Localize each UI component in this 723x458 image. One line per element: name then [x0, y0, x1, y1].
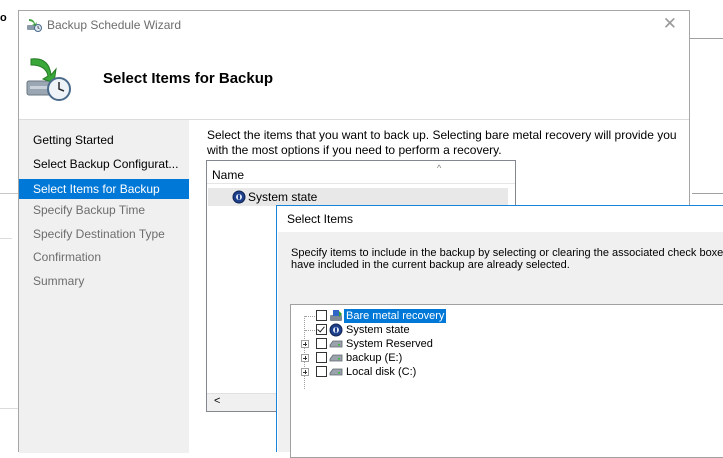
- nav-step-confirmation: Confirmation: [33, 250, 102, 264]
- list-item-label: System state: [248, 190, 318, 204]
- nav-step-summary: Summary: [33, 274, 85, 288]
- backup-schedule-icon: [26, 58, 71, 101]
- drive-icon: [329, 354, 343, 362]
- column-name-header: Name: [212, 168, 245, 182]
- local-disk-c-checkbox[interactable]: [316, 366, 327, 377]
- background-divider: [0, 193, 18, 194]
- list-column-header[interactable]: Name ^: [207, 161, 515, 184]
- instruction-text: Select the items that you want to back u…: [207, 128, 677, 157]
- dialog-instruction-line: Specify items to include in the backup b…: [291, 247, 723, 259]
- nav-step-getting-started[interactable]: Getting Started: [19, 130, 189, 150]
- bare-metal-recovery-icon: [330, 310, 342, 321]
- expand-icon[interactable]: [301, 354, 309, 362]
- dialog-body: Specify items to include in the backup b…: [278, 232, 723, 458]
- tree-item-system-state[interactable]: System state: [291, 323, 721, 337]
- background-divider: [0, 238, 12, 239]
- expand-icon[interactable]: [301, 368, 309, 376]
- system-state-icon: [232, 190, 246, 204]
- system-state-icon: [329, 323, 343, 337]
- close-icon[interactable]: ✕: [663, 15, 677, 33]
- tree-item-bare-metal-recovery[interactable]: Bare metal recovery: [291, 309, 721, 323]
- drive-icon: [329, 368, 343, 376]
- tree-item-label: backup (E:): [346, 352, 403, 364]
- scroll-left-icon[interactable]: <: [214, 395, 220, 407]
- tree-item-label: Local disk (C:): [346, 366, 417, 378]
- background-divider: [690, 38, 723, 39]
- wizard-step-navigation: Getting Started Select Backup Configurat…: [19, 120, 189, 453]
- backup-e-checkbox[interactable]: [316, 352, 327, 363]
- sort-ascending-icon: ^: [437, 163, 442, 173]
- bare-metal-recovery-checkbox[interactable]: [316, 310, 327, 321]
- nav-step-select-backup-configuration[interactable]: Select Backup Configurat...: [19, 154, 189, 174]
- tree-item-label: System Reserved: [346, 338, 433, 350]
- background-window-fragment: o: [0, 12, 7, 24]
- tree-item-label: Bare metal recovery: [344, 309, 447, 323]
- page-title: Select Items for Backup: [103, 70, 274, 87]
- select-items-dialog: Select Items Specify items to include in…: [276, 205, 723, 458]
- nav-step-select-items-for-backup[interactable]: Select Items for Backup: [19, 179, 189, 199]
- nav-step-specify-destination-type: Specify Destination Type: [33, 227, 165, 241]
- expand-icon[interactable]: [301, 340, 309, 348]
- tree-item-system-reserved[interactable]: System Reserved: [291, 337, 721, 351]
- tree-item-backup-e[interactable]: backup (E:): [291, 351, 721, 365]
- background-divider: [692, 193, 723, 194]
- backup-app-icon: [27, 19, 42, 32]
- nav-step-specify-backup-time: Specify Backup Time: [33, 203, 146, 217]
- drive-icon: [329, 340, 343, 348]
- dialog-instruction-text: Specify items to include in the backup b…: [291, 247, 723, 271]
- window-title: Backup Schedule Wizard: [47, 18, 182, 32]
- list-item[interactable]: System state: [208, 188, 508, 206]
- title-bar[interactable]: Backup Schedule Wizard ✕: [19, 11, 689, 39]
- background-divider: [0, 408, 18, 409]
- dialog-instruction-line: have included in the current backup are …: [291, 259, 570, 271]
- tree-item-local-disk-c[interactable]: Local disk (C:): [291, 365, 721, 379]
- system-state-checkbox[interactable]: [316, 324, 327, 335]
- dialog-title: Select Items: [287, 212, 354, 226]
- wizard-header: Select Items for Backup: [19, 39, 689, 120]
- system-reserved-checkbox[interactable]: [316, 338, 327, 349]
- tree-item-label: System state: [346, 324, 410, 336]
- backup-items-tree[interactable]: Bare metal recovery System state System …: [290, 304, 723, 458]
- dialog-title-bar[interactable]: Select Items: [277, 206, 723, 232]
